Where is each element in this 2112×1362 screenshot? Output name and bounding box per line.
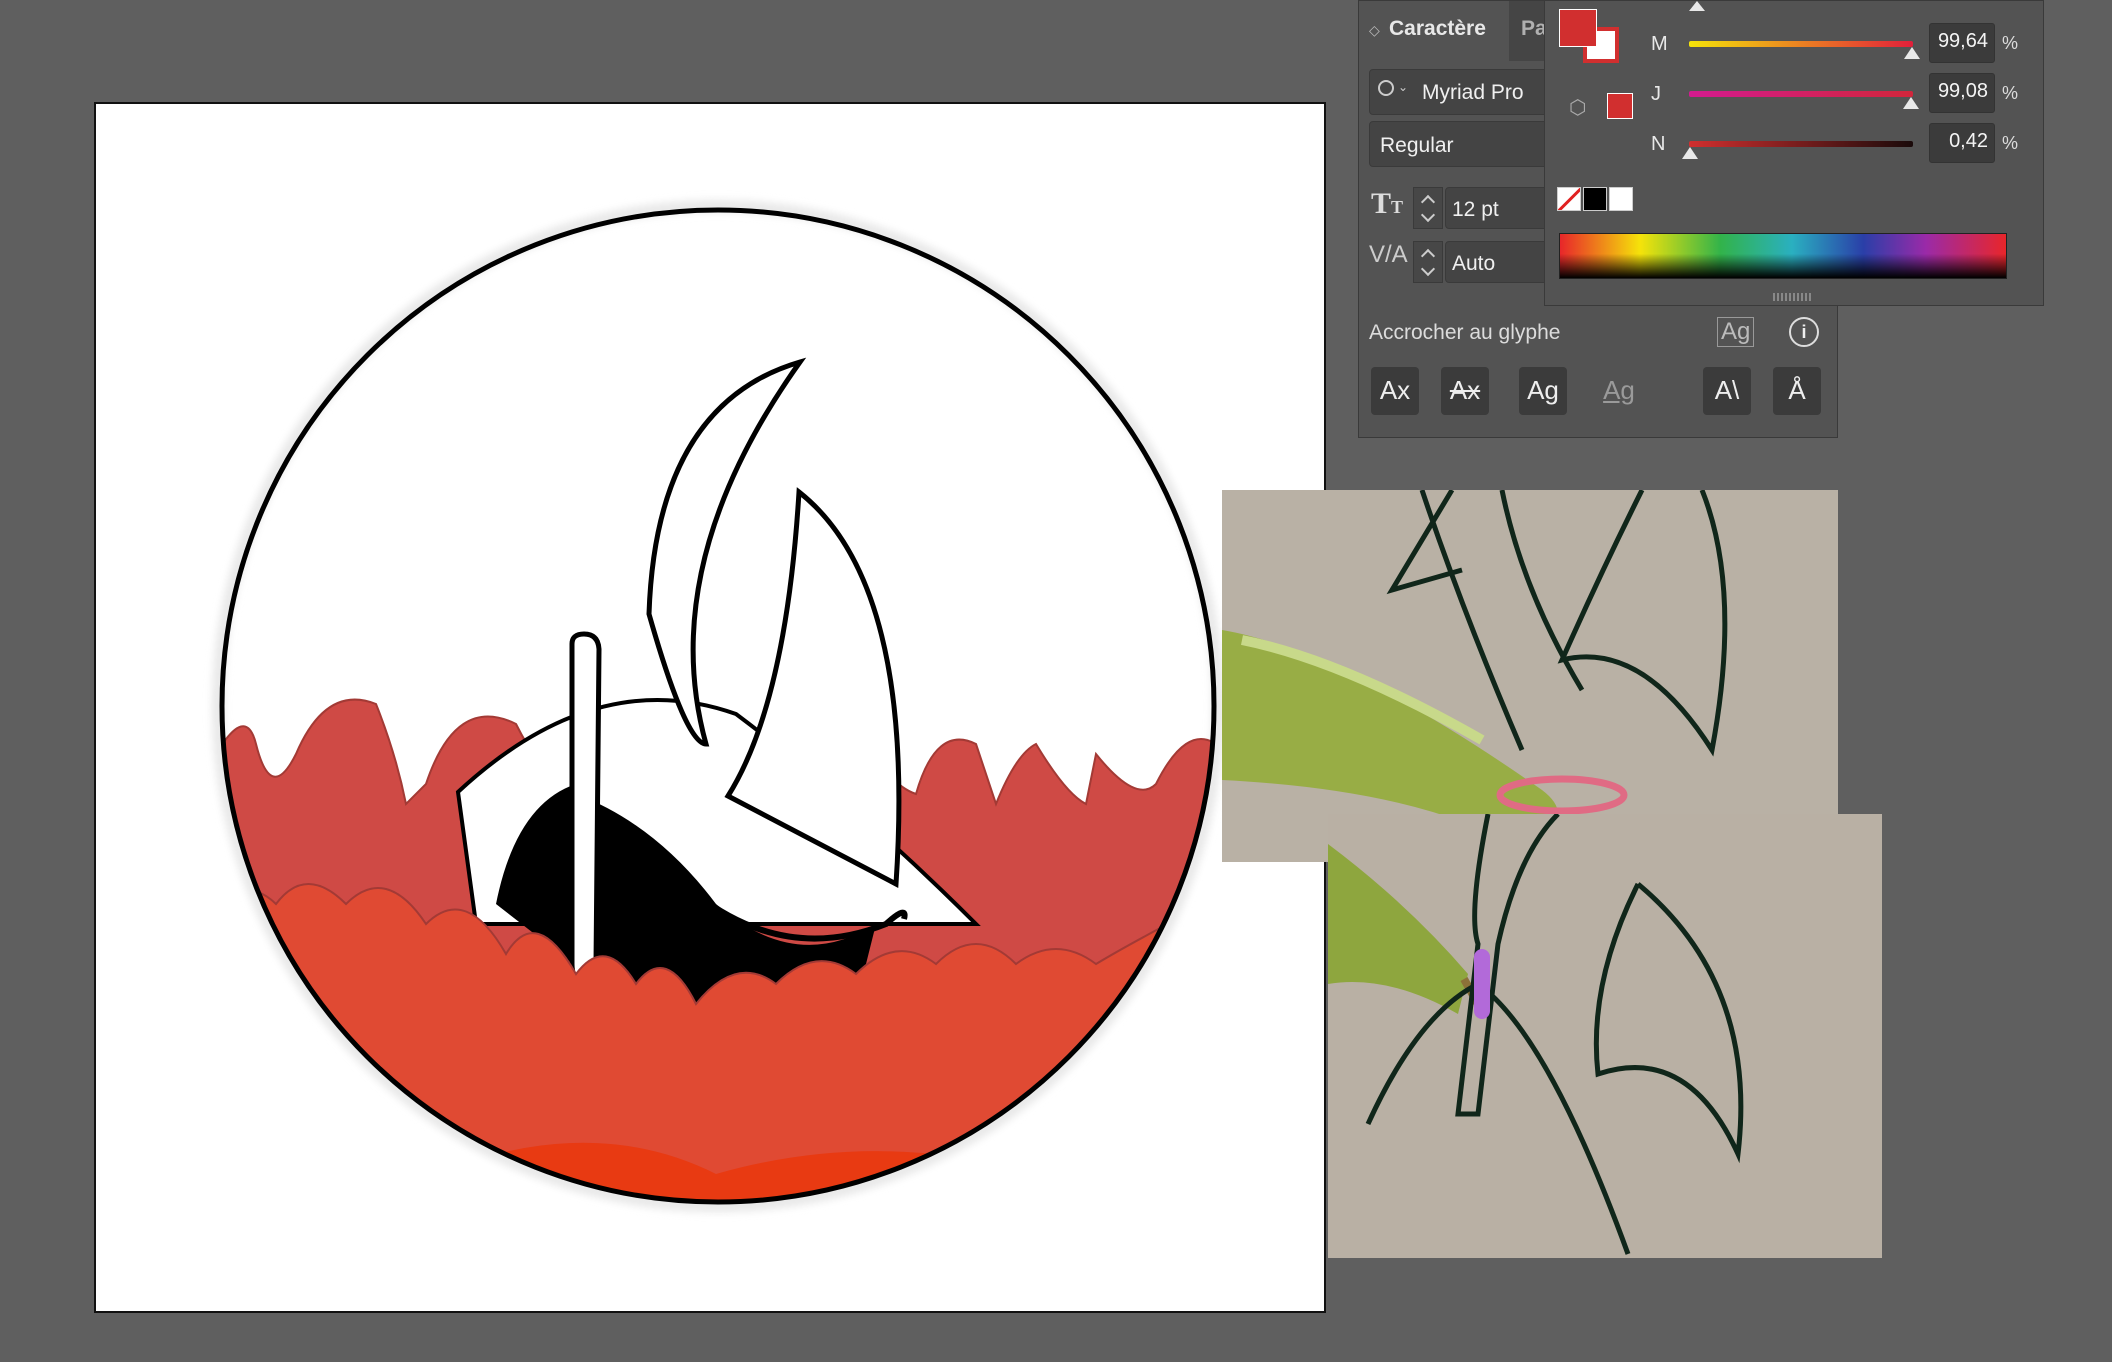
percent-label-m: % <box>2002 33 2019 53</box>
none-swatch[interactable] <box>1557 187 1581 211</box>
tab-collapse-icon[interactable]: ◇ <box>1369 22 1380 39</box>
black-swatch[interactable] <box>1583 187 1607 211</box>
value-field-n[interactable]: 0,42 <box>1929 123 1995 163</box>
snap-xheight-button[interactable]: Ax <box>1441 367 1489 415</box>
slider-track-j[interactable] <box>1689 91 1913 97</box>
photo-2-artwork <box>1328 814 1882 1258</box>
tab-paragraphe[interactable]: Pa <box>1521 17 1547 41</box>
color-spectrum-bar[interactable] <box>1559 233 2007 279</box>
mast <box>569 631 602 983</box>
font-style-value: Regular <box>1380 134 1454 157</box>
search-icon <box>1378 80 1394 96</box>
chevron-down-icon: ⌄ <box>1398 80 1409 94</box>
snap-proximity-button[interactable]: Ag <box>1595 367 1643 415</box>
resize-grip[interactable] <box>1773 293 1813 301</box>
info-icon[interactable]: i <box>1789 317 1819 347</box>
artboard[interactable] <box>94 102 1326 1313</box>
font-size-stepper[interactable] <box>1413 187 1443 229</box>
slider-thumb-n[interactable] <box>1681 147 1698 159</box>
slider-thumb-c[interactable] <box>1689 1 1705 11</box>
font-family-value: Myriad Pro <box>1422 81 1524 104</box>
out-of-gamut-swatch[interactable] <box>1607 93 1633 119</box>
slider-label-n: N <box>1651 133 1666 155</box>
font-size-icon: TT <box>1371 187 1404 220</box>
percent-label-n: % <box>2002 133 2019 153</box>
value-field-j[interactable]: 99,08 <box>1929 73 1995 113</box>
snap-to-glyph-label: Accrocher au glyphe <box>1369 321 1561 344</box>
slider-track-m[interactable] <box>1689 41 1913 47</box>
slider-label-j: J <box>1651 83 1661 105</box>
logo-artwork <box>212 200 1224 1212</box>
snap-angular-button[interactable]: A\ <box>1703 367 1751 415</box>
kerning-icon: V/A <box>1369 241 1408 268</box>
snap-glyph-bounds-button[interactable]: Ag <box>1519 367 1567 415</box>
snap-baseline-button[interactable]: Ax <box>1371 367 1419 415</box>
white-swatch[interactable] <box>1609 187 1633 211</box>
photo-1-artwork <box>1222 490 1838 862</box>
glyph-settings-icon[interactable]: Ag <box>1717 317 1755 347</box>
percent-label-j: % <box>2002 83 2019 103</box>
reference-photo-1[interactable] <box>1222 490 1838 862</box>
slider-thumb-m[interactable] <box>1904 47 1921 59</box>
kerning-value: Auto <box>1452 252 1496 275</box>
fill-swatch[interactable] <box>1559 9 1597 47</box>
slider-track-n[interactable] <box>1689 141 1913 147</box>
snap-anchor-button[interactable]: Å <box>1773 367 1821 415</box>
font-size-value: 12 pt <box>1452 198 1499 221</box>
slider-thumb-j[interactable] <box>1902 97 1919 109</box>
tab-caractere[interactable]: ◇ Caractère <box>1359 1 1509 61</box>
value-field-m[interactable]: 99,64 <box>1929 23 1995 63</box>
cube-icon: ⬡ <box>1569 97 1587 119</box>
kerning-stepper[interactable] <box>1413 241 1443 283</box>
tab-caractere-label: Caractère <box>1389 17 1486 40</box>
slider-label-m: M <box>1651 33 1668 55</box>
color-panel: ⬡ M 99,64 % J 99,08 % N 0,42 % <box>1544 0 2044 306</box>
reference-photo-2[interactable] <box>1328 814 1882 1258</box>
